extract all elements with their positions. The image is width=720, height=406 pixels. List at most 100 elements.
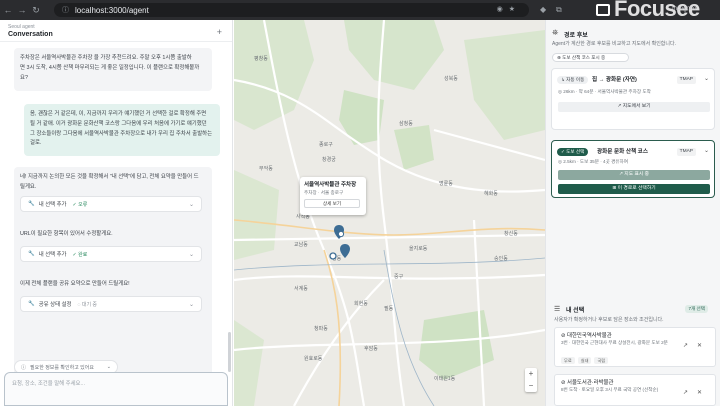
park-area: [464, 30, 545, 140]
map-label: 삼청동: [399, 120, 413, 127]
chevron-down-icon[interactable]: ⌄: [189, 301, 194, 308]
wrench-icon: 🔧: [28, 201, 35, 207]
focusee-logo-icon: [596, 4, 610, 16]
chevron-down-icon[interactable]: ⌄: [704, 147, 709, 154]
map-label: 무악동: [259, 165, 273, 172]
map-label: 중구: [394, 274, 404, 280]
popup-subtitle: 주차장 · 서울 종로구: [304, 190, 344, 195]
assistant-text: 이제 전체 플랜을 공유 요약으로 만들어 드릴게요!: [20, 281, 130, 287]
map-view[interactable]: 창경궁 종로구 중구 정동 교남동 평창동 성북동 명륜동 을지로동 필동 회현…: [234, 20, 545, 406]
map-label: 원효로동: [304, 355, 323, 362]
map-label: 평창동: [254, 55, 268, 62]
back-icon[interactable]: ←: [2, 5, 14, 15]
map-canvas[interactable]: 창경궁 종로구 중구 정동 교남동 평창동 성북동 명륜동 을지로동 필동 회현…: [234, 20, 545, 406]
assistant-message: 주차장은 서울역사박물관 주차장 을 가장 추천드려요. 주말 오후 1시쯤 출…: [14, 48, 212, 91]
provider-badge: TMAP: [676, 76, 696, 84]
address-bar-icons[interactable]: ◉★: [497, 5, 521, 13]
place-chip: 실내: [577, 357, 592, 364]
open-external-icon[interactable]: ↗: [683, 342, 688, 349]
zoom-in-icon[interactable]: +: [525, 368, 537, 380]
park-area: [344, 20, 444, 90]
chat-header: Seoul agent Conversation +: [0, 20, 232, 42]
info-icon: ⓘ: [21, 364, 27, 371]
provider-badge: TMAP: [676, 148, 696, 156]
place-title: ⊘ 대한민국역사박물관: [561, 333, 612, 339]
location-markers[interactable]: [329, 225, 350, 260]
route-filter-chip[interactable]: ⊕ 도보 산책 코스 포시 중: [552, 53, 629, 62]
view-on-map-button[interactable]: ↗ 지도에서 보기: [558, 102, 710, 112]
chat-scrollbar[interactable]: [228, 332, 231, 372]
chevron-down-icon[interactable]: ⌄: [189, 201, 194, 208]
tool-call-set-share-status[interactable]: 🔧 공유 상태 설정 ◌ 대기 중 ⌄: [20, 296, 202, 312]
route-panel: ⛯ 경로 후보 Agent가 계산한 경로 후보를 비교하고 지도에서 확인합니…: [545, 20, 720, 406]
route-meta: ◎ 26km · 약 64분 · 서울역사박물관 주차장 도착: [558, 89, 651, 94]
site-info-icon[interactable]: ⓘ: [62, 5, 69, 15]
place-card[interactable]: ⊘ 대한민국역사박물관 3번 · 대한민국 근현대사 무료 상설전시, 광화문 …: [554, 327, 716, 367]
forward-icon[interactable]: →: [16, 5, 28, 15]
open-external-icon[interactable]: ↗: [683, 389, 688, 396]
place-description: 3번 · 대한민국 근현대사 무료 상설전시, 광화문 도보 2분: [561, 340, 668, 345]
place-description: 8번 도착 · 토요일 오후 3시 무료 국악 공연 (선착순): [561, 387, 659, 392]
wrench-icon: 🔧: [28, 251, 35, 257]
select-route-button[interactable]: ⊞ 이 경로로 선택하기: [558, 184, 710, 194]
route-card[interactable]: ↳ 자동 이동 집 → 광화문 (자연) TMAP ⌄ ◎ 26km · 약 6…: [551, 68, 715, 130]
tool-status: ✓ 완료: [72, 251, 88, 258]
chevron-down-icon[interactable]: ⌄: [189, 251, 194, 258]
reload-icon[interactable]: ↻: [30, 5, 42, 16]
map-popup: 서울역사박물관 주차장 주차장 · 서울 종로구 상세 보기: [300, 177, 366, 215]
map-label: 후암동: [364, 345, 378, 352]
map-label: 숭인동: [494, 255, 508, 262]
selection-count: 7개 선택: [685, 305, 708, 313]
new-chat-icon[interactable]: +: [217, 27, 222, 37]
assistant-text: URL이 필요한 항목이 있어서 수정할게요.: [20, 231, 113, 237]
chevron-down-icon[interactable]: ⌄: [704, 75, 709, 82]
tool-call-add-selection[interactable]: 🔧 내 선택 추가 ✓ 오류 ⌄: [20, 196, 202, 212]
place-title: ⊘ 서울도서관·라박물관: [561, 380, 614, 386]
map-label: 회현동: [354, 300, 368, 307]
tool-call-add-selection[interactable]: 🔧 내 선택 추가 ✓ 완료 ⌄: [20, 246, 202, 262]
park-area: [394, 125, 434, 170]
map-label: 명륜동: [439, 180, 453, 187]
chat-title: Conversation: [8, 31, 53, 38]
wrench-icon: 🔧: [28, 301, 35, 307]
tool-status: ✓ 오류: [72, 201, 88, 208]
route-card-selected[interactable]: ✓ 도보 선택 광화문 문화 산책 코스 TMAP ⌄ ◎ 2.5km · 도보…: [551, 140, 715, 198]
map-label: 창신동: [504, 230, 518, 237]
map-label: 이태원1동: [434, 375, 456, 382]
user-message: 음, 괜찮은 거 같은데, 이, 지금까지 우리가 얘기했던 거 선택한 걸로 …: [24, 104, 220, 156]
place-chip: 무료: [561, 357, 575, 364]
map-label: 성북동: [444, 75, 458, 82]
route-name: 집 → 광화문 (자연): [592, 77, 637, 83]
address-bar[interactable]: ⓘ localhost:3000/agent ◉★: [54, 3, 529, 17]
url-text: localhost:3000/agent: [75, 5, 149, 15]
zoom-control[interactable]: + −: [525, 368, 537, 392]
place-card[interactable]: ⊘ 서울도서관·라박물관 8번 도착 · 토요일 오후 3시 무료 국악 공연 …: [554, 374, 716, 406]
map-label: 교남동: [294, 241, 308, 248]
park-area: [234, 170, 279, 260]
map-showing-button[interactable]: ↗ 지도 표시 중: [558, 170, 710, 180]
chevron-down-icon: ⌄: [106, 364, 111, 370]
message-input[interactable]: 요청, 장소, 조건을 말해 주세요...: [4, 372, 228, 406]
extension-icon[interactable]: ◆: [540, 5, 546, 14]
map-label: 을지로동: [409, 245, 428, 252]
map-marker-dot[interactable]: [337, 230, 345, 238]
chat-subtitle: Seoul agent: [8, 24, 35, 30]
map-marker[interactable]: [340, 244, 350, 258]
zoom-out-icon[interactable]: −: [525, 380, 537, 392]
panel-title: 경로 후보: [564, 33, 588, 39]
popup-title: 서울역사박물관 주차장: [304, 182, 357, 188]
route-tag: ✓ 도보 선택: [557, 148, 589, 156]
popup-detail-button[interactable]: 상세 보기: [304, 199, 360, 208]
extensions-puzzle-icon[interactable]: ⧉: [556, 5, 562, 15]
map-label: 필동: [384, 305, 394, 312]
close-icon[interactable]: ✕: [697, 342, 702, 349]
app: Seoul agent Conversation + 주차장은 서울역사박물관 …: [0, 20, 720, 406]
highways: [234, 219, 545, 406]
my-selection-subtitle: 사용자가 확정하거나 후보로 담은 장소와 조건입니다.: [554, 317, 664, 323]
map-label: 청파동: [314, 325, 328, 332]
close-icon[interactable]: ✕: [697, 389, 702, 396]
map-label: 종로구: [319, 142, 333, 148]
panel-subtitle: Agent가 계산한 경로 후보를 비교하고 지도에서 확인합니다.: [552, 41, 676, 47]
route-meta: ◎ 2.5km · 도보 35분 · 4곳 경유하여: [558, 159, 628, 164]
map-marker-dot[interactable]: [329, 252, 337, 260]
